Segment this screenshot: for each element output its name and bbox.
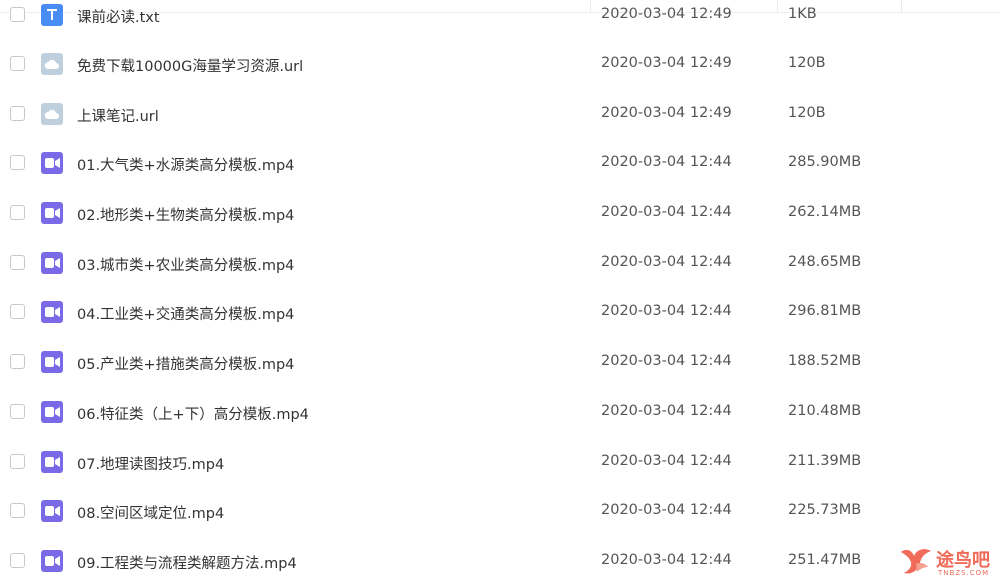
file-date: 2020-03-04 12:44 xyxy=(601,303,732,319)
row-checkbox[interactable] xyxy=(10,354,25,369)
file-row[interactable]: 06.特征类（上+下）高分模板.mp4 2020-03-04 12:44 210… xyxy=(0,388,1000,438)
file-size: 1KB xyxy=(788,6,817,22)
file-row[interactable]: 07.地理读图技巧.mp4 2020-03-04 12:44 211.39MB xyxy=(0,438,1000,488)
file-date: 2020-03-04 12:44 xyxy=(601,403,732,419)
video-file-icon xyxy=(41,252,63,274)
file-name[interactable]: 07.地理读图技巧.mp4 xyxy=(77,453,224,474)
row-checkbox[interactable] xyxy=(10,56,25,71)
row-checkbox[interactable] xyxy=(10,7,25,22)
file-row[interactable]: 08.空间区域定位.mp4 2020-03-04 12:44 225.73MB xyxy=(0,487,1000,537)
file-date: 2020-03-04 12:44 xyxy=(601,204,732,220)
file-name[interactable]: 上课笔记.url xyxy=(77,105,159,126)
video-file-icon xyxy=(41,500,63,522)
file-name[interactable]: 04.工业类+交通类高分模板.mp4 xyxy=(77,303,294,324)
file-name[interactable]: 03.城市类+农业类高分模板.mp4 xyxy=(77,254,294,275)
file-size: 188.52MB xyxy=(788,353,862,369)
url-file-icon xyxy=(41,103,63,125)
file-date: 2020-03-04 12:44 xyxy=(601,502,732,518)
file-date: 2020-03-04 12:44 xyxy=(601,254,732,270)
watermark-subtext: TNBZS.COM xyxy=(938,569,990,577)
video-file-icon xyxy=(41,451,63,473)
file-name[interactable]: 免费下载10000G海量学习资源.url xyxy=(77,55,303,76)
txt-file-icon xyxy=(41,4,63,26)
row-checkbox[interactable] xyxy=(10,155,25,170)
file-size: 262.14MB xyxy=(788,204,862,220)
file-row[interactable]: 01.大气类+水源类高分模板.mp4 2020-03-04 12:44 285.… xyxy=(0,139,1000,189)
row-checkbox[interactable] xyxy=(10,106,25,121)
file-size: 120B xyxy=(788,55,826,71)
file-name[interactable]: 05.产业类+措施类高分模板.mp4 xyxy=(77,353,294,374)
row-checkbox[interactable] xyxy=(10,255,25,270)
file-list: 课前必读.txt 2020-03-04 12:49 1KB 免费下载10000G… xyxy=(0,0,1000,582)
file-row[interactable]: 05.产业类+措施类高分模板.mp4 2020-03-04 12:44 188.… xyxy=(0,338,1000,388)
file-name[interactable]: 08.空间区域定位.mp4 xyxy=(77,502,224,523)
file-date: 2020-03-04 12:49 xyxy=(601,6,732,22)
video-file-icon xyxy=(41,401,63,423)
file-date: 2020-03-04 12:44 xyxy=(601,552,732,568)
row-checkbox[interactable] xyxy=(10,503,25,518)
file-size: 285.90MB xyxy=(788,154,862,170)
file-date: 2020-03-04 12:44 xyxy=(601,154,732,170)
file-row[interactable]: 02.地形类+生物类高分模板.mp4 2020-03-04 12:44 262.… xyxy=(0,189,1000,239)
row-checkbox[interactable] xyxy=(10,304,25,319)
file-row[interactable]: 课前必读.txt 2020-03-04 12:49 1KB xyxy=(0,0,1000,41)
row-checkbox[interactable] xyxy=(10,404,25,419)
file-row[interactable]: 09.工程类与流程类解题方法.mp4 2020-03-04 12:44 251.… xyxy=(0,537,1000,582)
video-file-icon xyxy=(41,152,63,174)
file-size: 248.65MB xyxy=(788,254,862,270)
file-size: 120B xyxy=(788,105,826,121)
file-name[interactable]: 06.特征类（上+下）高分模板.mp4 xyxy=(77,403,309,424)
row-checkbox[interactable] xyxy=(10,205,25,220)
file-date: 2020-03-04 12:49 xyxy=(601,105,732,121)
bird-logo-icon xyxy=(901,549,931,574)
file-date: 2020-03-04 12:44 xyxy=(601,353,732,369)
url-file-icon xyxy=(41,53,63,75)
file-name[interactable]: 课前必读.txt xyxy=(77,6,160,27)
video-file-icon xyxy=(41,351,63,373)
video-file-icon xyxy=(41,301,63,323)
file-row[interactable]: 04.工业类+交通类高分模板.mp4 2020-03-04 12:44 296.… xyxy=(0,288,1000,338)
watermark: 途鸟吧 TNBZS.COM xyxy=(898,544,996,580)
file-date: 2020-03-04 12:44 xyxy=(601,453,732,469)
file-size: 210.48MB xyxy=(788,403,862,419)
file-size: 251.47MB xyxy=(788,552,862,568)
file-size: 296.81MB xyxy=(788,303,862,319)
video-file-icon xyxy=(41,550,63,572)
file-size: 225.73MB xyxy=(788,502,862,518)
file-date: 2020-03-04 12:49 xyxy=(601,55,732,71)
file-name[interactable]: 01.大气类+水源类高分模板.mp4 xyxy=(77,154,294,175)
row-checkbox[interactable] xyxy=(10,553,25,568)
file-row[interactable]: 免费下载10000G海量学习资源.url 2020-03-04 12:49 12… xyxy=(0,40,1000,90)
file-name[interactable]: 02.地形类+生物类高分模板.mp4 xyxy=(77,204,294,225)
file-row[interactable]: 上课笔记.url 2020-03-04 12:49 120B xyxy=(0,90,1000,140)
video-file-icon xyxy=(41,202,63,224)
file-row[interactable]: 03.城市类+农业类高分模板.mp4 2020-03-04 12:44 248.… xyxy=(0,239,1000,289)
file-name[interactable]: 09.工程类与流程类解题方法.mp4 xyxy=(77,552,297,573)
row-checkbox[interactable] xyxy=(10,454,25,469)
file-size: 211.39MB xyxy=(788,453,862,469)
